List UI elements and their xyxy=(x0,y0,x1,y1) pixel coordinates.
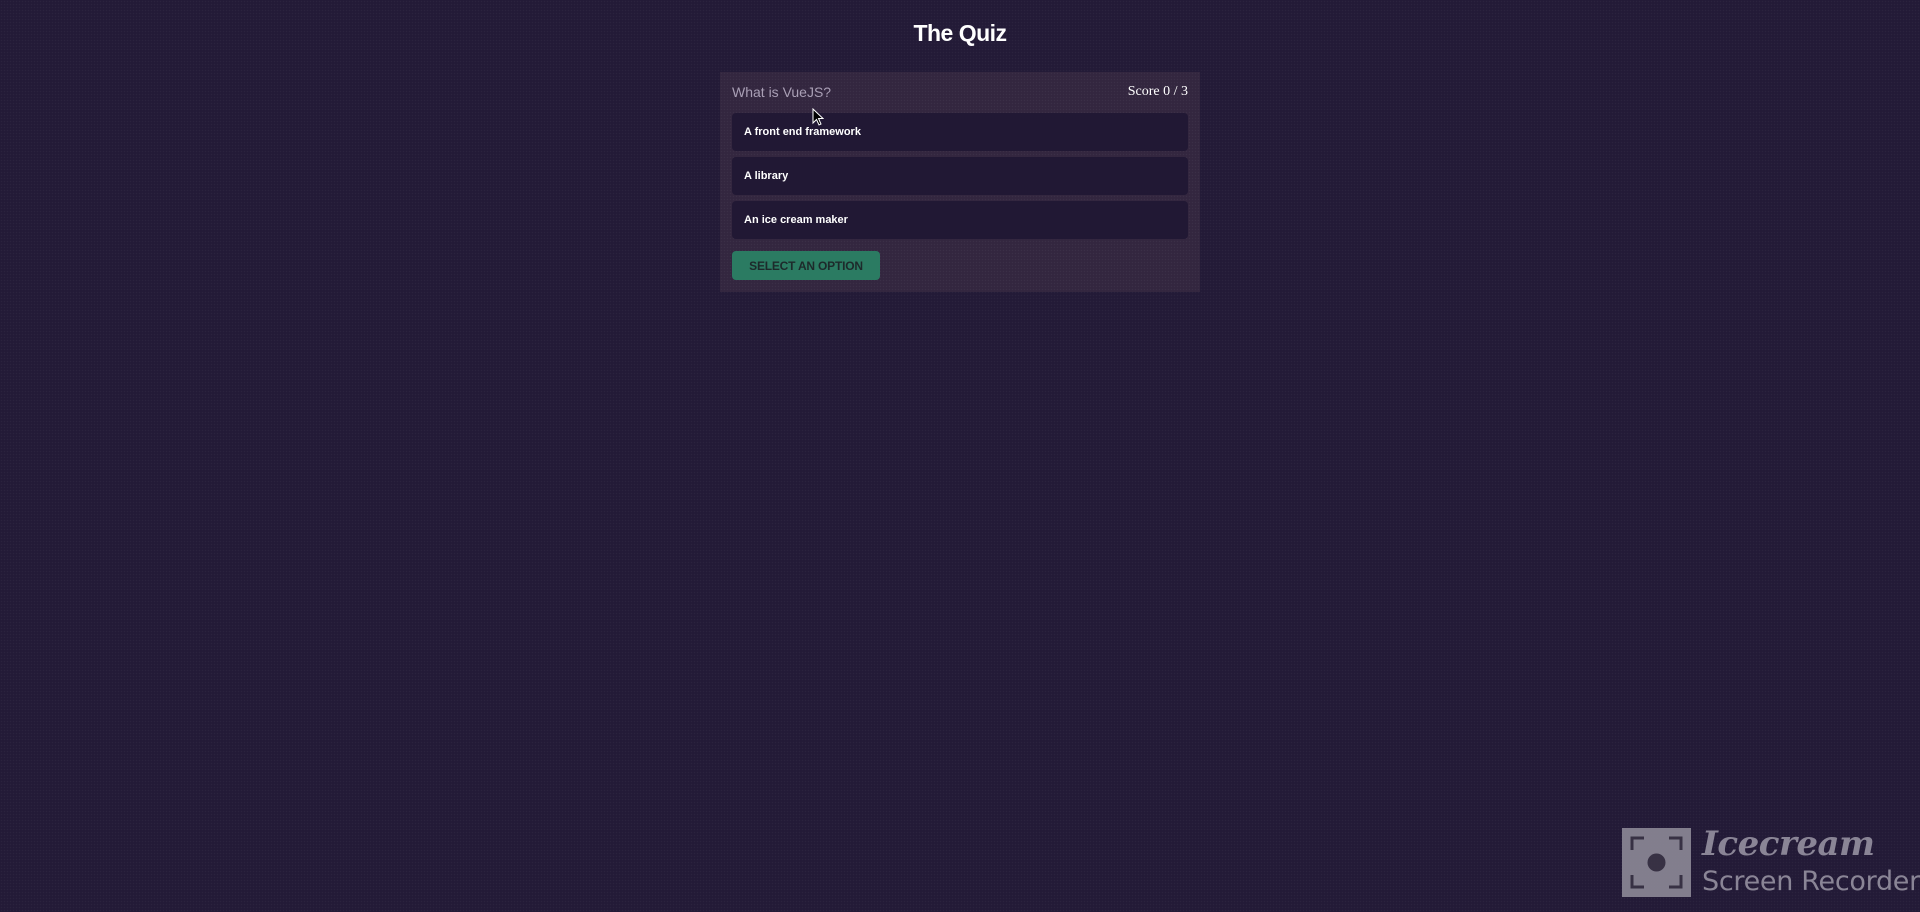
options-list: A front end framework A library An ice c… xyxy=(732,113,1188,245)
question-text: What is VueJS? xyxy=(732,84,832,100)
page-title: The Quiz xyxy=(913,20,1007,46)
camera-icon xyxy=(1622,828,1691,897)
score-display: Score 0 / 3 xyxy=(1127,84,1188,99)
screen-recorder-watermark: Icecream Screen Recorder xyxy=(1622,824,1920,900)
option-library[interactable]: A library xyxy=(732,157,1188,195)
watermark-brand: Icecream xyxy=(1702,824,1875,864)
option-ice-cream-maker[interactable]: An ice cream maker xyxy=(732,201,1188,239)
watermark-product: Screen Recorder xyxy=(1702,866,1920,897)
submit-button[interactable]: SELECT AN OPTION xyxy=(732,251,880,280)
option-front-end-framework[interactable]: A front end framework xyxy=(732,113,1188,151)
quiz-card: What is VueJS? Score 0 / 3 A front end f… xyxy=(720,72,1200,292)
mouse-cursor-icon xyxy=(812,108,824,126)
quiz-header: What is VueJS? Score 0 / 3 xyxy=(732,72,1188,112)
